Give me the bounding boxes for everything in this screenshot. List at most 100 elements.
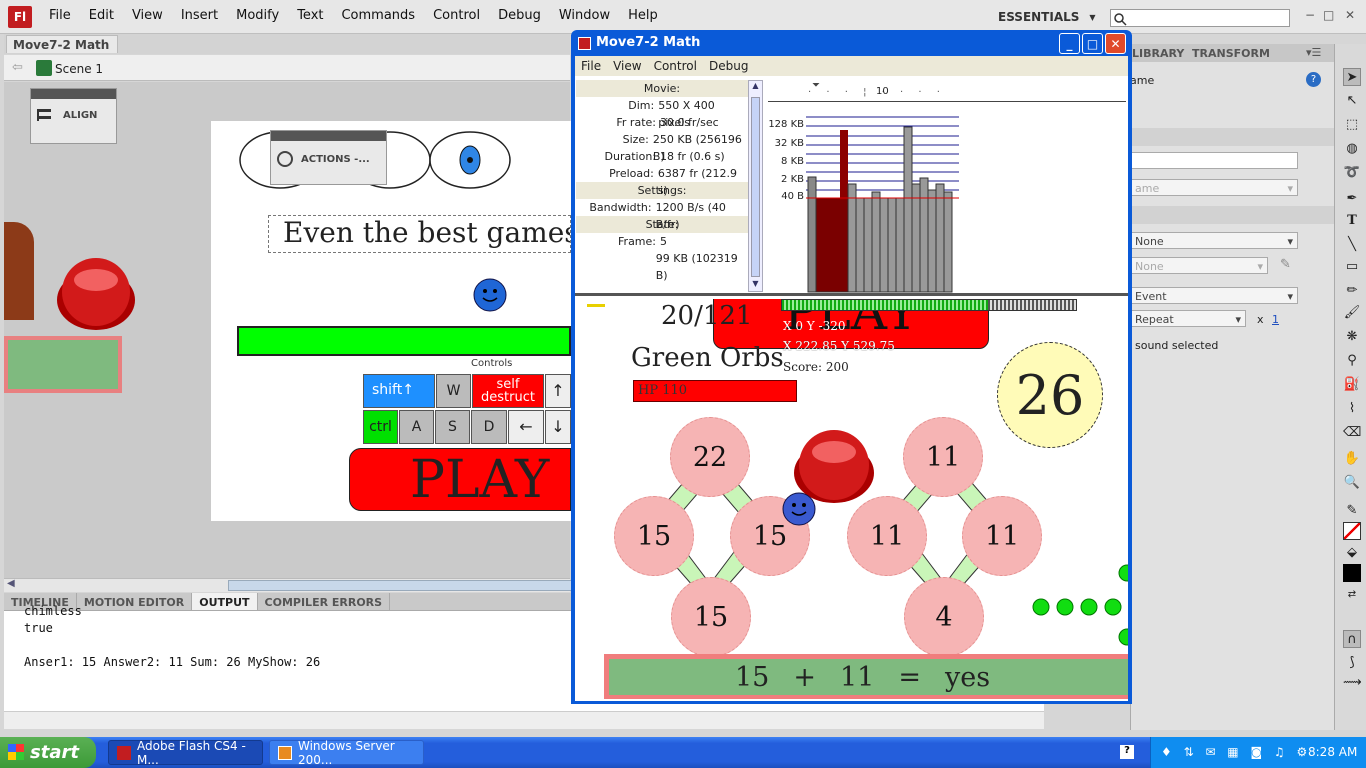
3d-rotation-icon[interactable]: ◍ — [1343, 140, 1361, 158]
sound-select[interactable]: None ▾ — [1130, 257, 1268, 274]
player-menu-debug[interactable]: Debug — [703, 56, 754, 76]
workspace-switcher[interactable]: ESSENTIALS — [990, 7, 1102, 27]
tab-library[interactable]: LIBRARY — [1132, 47, 1184, 60]
edit-pencil-icon[interactable]: ✎ — [1280, 257, 1291, 272]
sync-select[interactable]: Event ▾ — [1130, 287, 1298, 304]
key-d[interactable]: D — [471, 410, 507, 444]
subselection-tool-icon[interactable]: ↖ — [1343, 92, 1361, 110]
snap-magnet-icon[interactable]: ∩ — [1343, 630, 1361, 648]
orb-right-bottom[interactable]: 4 — [904, 577, 984, 657]
repeat-count[interactable]: 1 — [1272, 313, 1279, 326]
orb-right-right[interactable]: 11 — [962, 496, 1042, 576]
repeat-select[interactable]: Repeat ▾ — [1130, 310, 1246, 327]
back-arrow-icon[interactable]: ⇦ — [12, 60, 23, 75]
frame-ruler[interactable]: ⏷ · · · ¦ · · · · 10 — [768, 80, 1126, 102]
straighten-icon[interactable]: ⟿ — [1343, 674, 1362, 692]
effect-select[interactable]: None ▾ — [1130, 232, 1298, 249]
bone-tool-icon[interactable]: ⚲ — [1343, 352, 1361, 370]
brush-tool-icon[interactable]: 🖌 — [1343, 304, 1361, 322]
smooth-icon[interactable]: ⟆ — [1343, 654, 1361, 672]
document-tab[interactable]: Move7-2 Math ✕ — [6, 35, 118, 66]
tab-transform[interactable]: TRANSFORM — [1192, 47, 1270, 60]
scroll-down-icon[interactable]: ▼ — [749, 279, 762, 293]
menu-help[interactable]: Help — [619, 8, 667, 23]
smiley-player[interactable] — [473, 278, 507, 312]
orb-left-bottom[interactable]: 15 — [671, 577, 751, 657]
menu-file[interactable]: File — [40, 8, 80, 23]
key-s[interactable]: S — [435, 410, 470, 444]
menu-modify[interactable]: Modify — [227, 8, 288, 23]
panel-menu-icon[interactable]: ▾☰ — [1306, 46, 1321, 59]
orb-right-left[interactable]: 11 — [847, 496, 927, 576]
scroll-thumb[interactable] — [751, 97, 760, 277]
eraser-tool-icon[interactable]: ⌫ — [1343, 424, 1361, 442]
key-w[interactable]: W — [436, 374, 471, 408]
key-left[interactable]: ← — [508, 410, 544, 444]
line-tool-icon[interactable]: ╲ — [1343, 236, 1361, 254]
banner-text[interactable]: Even the best games nee — [268, 215, 571, 253]
help-tray-icon[interactable]: ? — [1120, 745, 1134, 759]
zoom-tool-icon[interactable]: 🔍 — [1343, 474, 1361, 492]
free-transform-icon[interactable]: ⬚ — [1343, 116, 1361, 134]
player-maximize-button[interactable]: □ — [1082, 33, 1103, 54]
play-button-stage[interactable]: PLAY — [349, 448, 571, 511]
player-close-button[interactable]: ✕ — [1105, 33, 1126, 54]
hand-tool-icon[interactable]: ✋ — [1343, 450, 1361, 468]
key-shift[interactable]: shift↑ — [363, 374, 435, 408]
offstage-green-box[interactable] — [4, 336, 122, 393]
close-button[interactable]: ✕ — [1345, 8, 1355, 22]
key-up[interactable]: ↑ — [545, 374, 571, 408]
deco-tool-icon[interactable]: ❋ — [1343, 328, 1361, 346]
task-flash[interactable]: Adobe Flash CS4 - M... — [108, 739, 263, 767]
green-bar[interactable] — [237, 326, 571, 356]
offstage-door[interactable] — [4, 222, 34, 320]
align-panel[interactable]: ALIGN — [30, 88, 117, 144]
game-canvas[interactable]: PLAY 20/121 Green Orbs HP 110 X 0 Y -320… — [575, 299, 1128, 699]
output-hscrollbar[interactable] — [4, 711, 1044, 729]
player-menu-control[interactable]: Control — [648, 56, 703, 76]
help-search-input[interactable] — [1110, 9, 1290, 27]
profiler-scrollbar[interactable]: ▲ ▼ — [748, 80, 763, 292]
smiley-player-game[interactable] — [781, 491, 817, 527]
name-select[interactable]: ame ▾ — [1130, 179, 1298, 196]
player-menu-file[interactable]: File — [575, 56, 607, 76]
menu-insert[interactable]: Insert — [172, 8, 227, 23]
minimize-button[interactable]: − — [1305, 8, 1315, 22]
start-button[interactable]: start — [0, 737, 96, 768]
task-windows-server[interactable]: Windows Server 200... — [269, 739, 424, 767]
player-menu-view[interactable]: View — [607, 56, 647, 76]
player-minimize-button[interactable]: _ — [1059, 33, 1080, 54]
fill-swatch[interactable] — [1343, 564, 1361, 582]
key-down[interactable]: ↓ — [545, 410, 571, 444]
tray-icons[interactable]: ♦ ⇅ ✉ ▦ ◙ ♫ ⚙ — [1161, 745, 1311, 759]
stage-hscrollbar[interactable]: ◀ — [4, 578, 572, 592]
pencil-tool-icon[interactable]: ✏ — [1343, 282, 1361, 300]
scene-label[interactable]: Scene 1 — [55, 62, 103, 76]
selection-tool-icon[interactable]: ➤ — [1343, 68, 1361, 86]
pen-tool-icon[interactable]: ✒ — [1343, 190, 1361, 208]
scroll-up-icon[interactable]: ▲ — [749, 81, 762, 95]
scroll-left-icon[interactable]: ◀ — [7, 578, 15, 589]
menu-debug[interactable]: Debug — [489, 8, 550, 23]
menu-control[interactable]: Control — [424, 8, 489, 23]
swap-colors-icon[interactable]: ⇄ — [1343, 586, 1361, 604]
menu-view[interactable]: View — [123, 8, 172, 23]
fill-color-icon[interactable]: ⬙ — [1343, 544, 1361, 562]
help-icon[interactable]: ? — [1306, 72, 1321, 87]
text-tool-icon[interactable]: T — [1343, 212, 1361, 230]
rectangle-tool-icon[interactable]: ▭ — [1343, 258, 1361, 276]
red-button-offstage[interactable] — [55, 252, 137, 332]
key-ctrl[interactable]: ctrl — [363, 410, 398, 444]
eyedropper-icon[interactable]: ⌇ — [1343, 400, 1361, 418]
actions-panel[interactable]: ACTIONS -... — [270, 130, 387, 185]
paint-bucket-icon[interactable]: ⛽ — [1343, 376, 1361, 394]
stroke-swatch[interactable] — [1343, 522, 1361, 540]
orb-right-top[interactable]: 11 — [903, 417, 983, 497]
scroll-thumb[interactable] — [228, 580, 572, 591]
orb-left-left[interactable]: 15 — [614, 496, 694, 576]
key-a[interactable]: A — [399, 410, 434, 444]
orb-left-top[interactable]: 22 — [670, 417, 750, 497]
key-self-destruct[interactable]: self destruct — [472, 374, 544, 408]
maximize-button[interactable]: □ — [1323, 8, 1334, 22]
lasso-tool-icon[interactable]: ➰ — [1343, 164, 1361, 182]
